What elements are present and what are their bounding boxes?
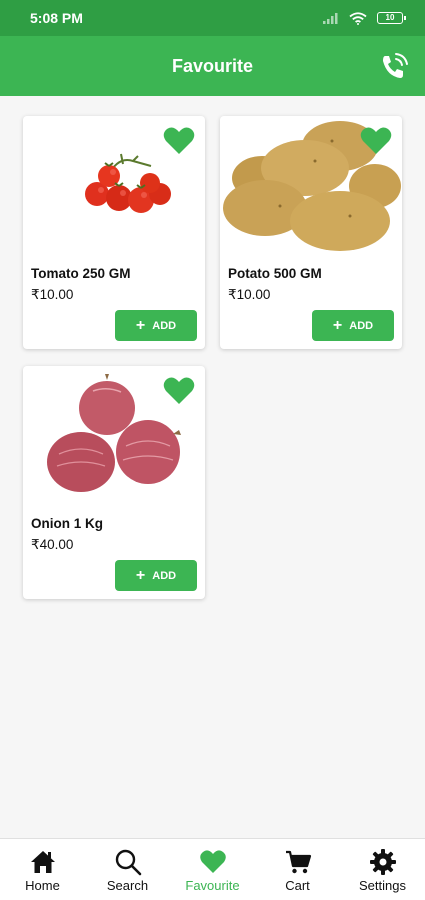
nav-item-search[interactable]: Search — [85, 839, 170, 900]
nav-item-settings[interactable]: Settings — [340, 839, 425, 900]
bottom-nav: Home Search Favourite Cart Settings — [0, 838, 425, 900]
status-bar: 5:08 PM 10 — [0, 0, 425, 36]
signal-icon — [323, 13, 338, 24]
add-button[interactable]: + ADD — [312, 310, 394, 341]
plus-icon: + — [135, 566, 146, 584]
add-button[interactable]: + ADD — [115, 560, 197, 591]
battery-level: 10 — [385, 13, 395, 22]
status-icons: 10 — [323, 11, 406, 25]
product-name: Onion 1 Kg — [31, 516, 103, 531]
nav-item-favourite[interactable]: Favourite — [170, 839, 255, 900]
add-button[interactable]: + ADD — [115, 310, 197, 341]
heart-icon — [199, 850, 226, 873]
nav-label: Cart — [285, 878, 310, 893]
product-price: ₹10.00 — [228, 287, 271, 302]
plus-icon: + — [332, 316, 343, 334]
battery-icon: 10 — [377, 12, 406, 24]
nav-item-home[interactable]: Home — [0, 839, 85, 900]
add-button-label: ADD — [152, 569, 177, 582]
page-title: Favourite — [171, 55, 254, 76]
product-name: Potato 500 GM — [228, 266, 322, 281]
add-button-label: ADD — [349, 319, 374, 332]
favourite-heart-icon[interactable] — [360, 126, 392, 156]
nav-item-cart[interactable]: Cart — [255, 839, 340, 900]
product-card-potato[interactable]: Potato 500 GM ₹10.00 + ADD — [220, 116, 402, 349]
gear-icon — [369, 849, 396, 875]
favourite-heart-icon[interactable] — [163, 126, 195, 156]
plus-icon: + — [135, 316, 146, 334]
product-card-tomato[interactable]: Tomato 250 GM ₹10.00 + ADD — [23, 116, 205, 349]
nav-label: Settings — [359, 878, 406, 893]
favourite-heart-icon[interactable] — [163, 376, 195, 406]
app-bar: Favourite — [0, 36, 425, 96]
nav-label: Home — [25, 878, 60, 893]
product-name: Tomato 250 GM — [31, 266, 131, 281]
nav-label: Favourite — [185, 878, 240, 893]
home-icon — [30, 851, 55, 873]
product-price: ₹10.00 — [31, 287, 74, 302]
status-time: 5:08 PM — [30, 10, 83, 26]
product-card-onion[interactable]: Onion 1 Kg ₹40.00 + ADD — [23, 366, 205, 599]
phone-call-icon[interactable] — [377, 50, 411, 84]
cart-icon — [285, 850, 311, 874]
product-price: ₹40.00 — [31, 537, 74, 552]
search-icon — [115, 849, 141, 876]
wifi-icon — [349, 11, 367, 25]
add-button-label: ADD — [152, 319, 177, 332]
nav-label: Search — [106, 878, 149, 893]
